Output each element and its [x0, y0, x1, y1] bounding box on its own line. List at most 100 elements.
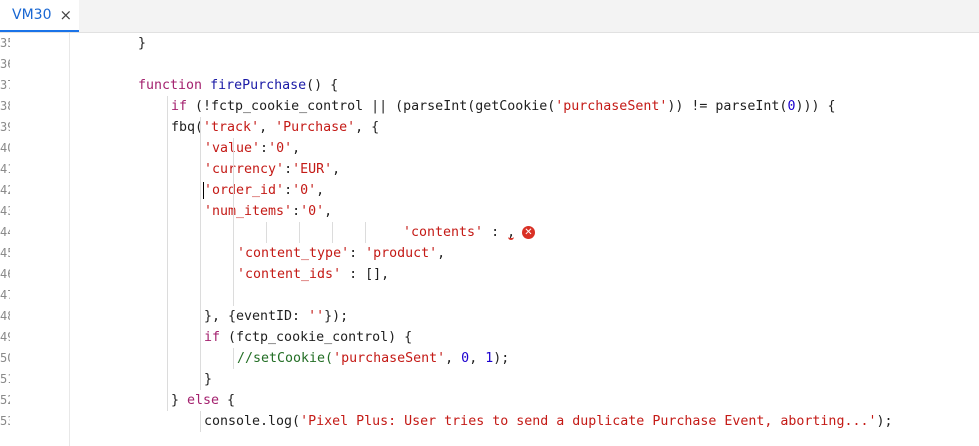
- line-number: 49: [0, 330, 10, 344]
- indent-guide: [167, 96, 168, 411]
- code-token: '0': [292, 183, 317, 198]
- code-token: :: [284, 162, 293, 177]
- code-line[interactable]: }: [204, 369, 212, 390]
- code-token: :: [349, 246, 366, 261]
- code-line[interactable]: }: [138, 33, 146, 54]
- code-token: 'order_id': [204, 183, 285, 198]
- line-number: 42: [0, 183, 10, 197]
- code-token: 0: [461, 351, 470, 366]
- code-token: 'purchaseSent': [555, 99, 668, 114]
- line-number: 36: [0, 57, 10, 71]
- code-token: ,: [469, 351, 486, 366]
- code-token: 'contents': [403, 225, 484, 240]
- code-line[interactable]: console.log('Pixel Plus: User tries to s…: [204, 411, 892, 432]
- code-line[interactable]: function firePurchase() {: [138, 75, 338, 96]
- code-token: : [],: [341, 267, 390, 282]
- code-token: '': [308, 309, 325, 324]
- code-token: console.log(: [204, 414, 301, 429]
- gutter-separator: [69, 33, 70, 446]
- code-token: 'currency': [204, 162, 285, 177]
- code-token: 'EUR': [292, 162, 333, 177]
- indent-guide: [299, 222, 300, 243]
- code-token: ,: [332, 162, 341, 177]
- line-number: 41: [0, 162, 10, 176]
- code-line[interactable]: fbq('track', 'Purchase', {: [171, 117, 379, 138]
- code-token: if: [204, 330, 221, 345]
- code-token: ,: [445, 351, 462, 366]
- code-editor[interactable]: 35 36 37 38 39 40 41 42 43 44 45 46 47 48 49 50 51 52 53 }…: [0, 33, 979, 446]
- line-number: 38: [0, 99, 10, 113]
- line-number: 37: [0, 78, 10, 92]
- code-token: 'track': [203, 120, 260, 135]
- code-token: function: [138, 78, 203, 93]
- code-line[interactable]: if (!fctp_cookie_control || (parseInt(ge…: [171, 96, 835, 117]
- code-token: 'Purchase': [275, 120, 356, 135]
- code-token: ,: [324, 204, 333, 219]
- code-line[interactable]: 'value':'0',: [204, 138, 300, 159]
- line-number: 43: [0, 204, 10, 218]
- indent-guide: [365, 222, 366, 243]
- indent-guide: [200, 117, 201, 390]
- code-token: )) != parseInt(: [667, 99, 788, 114]
- code-token: }: [204, 372, 213, 387]
- text-caret: [203, 182, 204, 199]
- line-number: 48: [0, 309, 10, 323]
- code-token: :: [292, 204, 301, 219]
- code-token: if: [171, 99, 188, 114]
- code-token: 'num_items': [204, 204, 293, 219]
- line-number: 51: [0, 372, 10, 386]
- code-token: (!fctp_cookie_control || (parseInt(getCo…: [187, 99, 556, 114]
- code-line[interactable]: }, {eventID: ''});: [204, 306, 348, 327]
- code-token: );: [493, 351, 510, 366]
- tab-vm30[interactable]: VM30 ×: [0, 0, 79, 32]
- code-token: '0': [300, 204, 325, 219]
- code-token: ,: [259, 120, 276, 135]
- tab-title: VM30: [12, 7, 52, 23]
- code-line[interactable]: 'order_id':'0',: [204, 180, 324, 201]
- code-token: ))) {: [795, 99, 836, 114]
- code-line[interactable]: } else {: [171, 390, 235, 411]
- code-line[interactable]: 'contents' : ,: [403, 222, 515, 243]
- line-number: 53: [0, 414, 10, 428]
- line-number: 44: [0, 225, 10, 239]
- code-token: firePurchase: [210, 78, 307, 93]
- code-token: , {: [355, 120, 380, 135]
- code-token: :: [260, 141, 269, 156]
- code-token: });: [324, 309, 349, 324]
- line-number: 40: [0, 141, 10, 155]
- code-line[interactable]: 'content_type': 'product',: [237, 243, 445, 264]
- error-icon[interactable]: ✕: [522, 226, 535, 239]
- code-line[interactable]: //setCookie('purchaseSent', 0, 1);: [237, 348, 509, 369]
- error-squiggle: [508, 234, 514, 240]
- code-token: 'content_ids': [237, 267, 342, 282]
- line-number: 47: [0, 288, 10, 302]
- line-number: 46: [0, 267, 10, 281]
- line-number: 35: [0, 36, 10, 50]
- code-line[interactable]: 'num_items':'0',: [204, 201, 332, 222]
- code-token: () {: [306, 78, 339, 93]
- code-token: }, {eventID:: [204, 309, 309, 324]
- close-icon[interactable]: ×: [59, 7, 72, 23]
- code-token: ,: [437, 246, 446, 261]
- indent-guide: [200, 411, 201, 432]
- code-token: }: [171, 393, 188, 408]
- code-line[interactable]: 'content_ids' : [],: [237, 264, 389, 285]
- line-number: 39: [0, 120, 10, 134]
- code-token: );: [876, 414, 893, 429]
- code-token: ,: [316, 183, 325, 198]
- code-line[interactable]: if (fctp_cookie_control) {: [204, 327, 412, 348]
- code-token: '0': [268, 141, 293, 156]
- line-number-gutter: 35 36 37 38 39 40 41 42 43 44 45 46 47 48 49 50 51 52 53: [0, 33, 38, 446]
- code-token: else: [187, 393, 220, 408]
- indent-guide: [233, 348, 234, 369]
- tab-bar: VM30 ×: [0, 0, 979, 33]
- code-token: 'product': [365, 246, 438, 261]
- indent-guide: [266, 222, 267, 243]
- code-area[interactable]: } function firePurchase() {if (!fctp_cook…: [74, 33, 979, 446]
- line-number: 50: [0, 351, 10, 365]
- code-line[interactable]: 'currency':'EUR',: [204, 159, 340, 180]
- code-token: 'purchaseSent': [333, 351, 446, 366]
- code-token: //setCookie(: [237, 351, 334, 366]
- code-token: (fctp_cookie_control) {: [220, 330, 413, 345]
